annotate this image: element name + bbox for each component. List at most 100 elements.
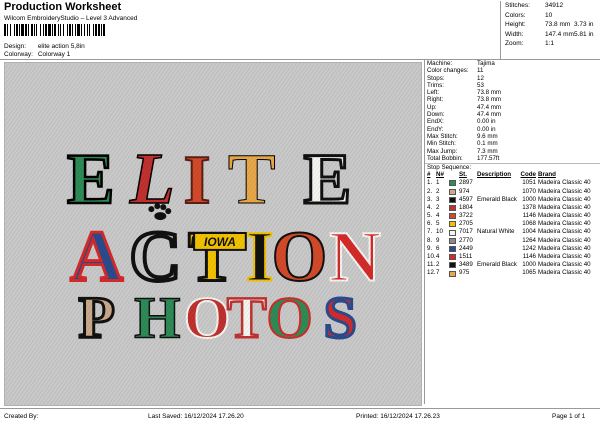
- height-row: Height: 73.8 mm 3.73 in: [501, 20, 600, 30]
- letter-s: S: [324, 284, 357, 350]
- stop-needle: 4: [436, 212, 440, 220]
- stop-brand: Madeira Classic 40: [538, 203, 591, 211]
- stitches-value: 34912: [545, 2, 564, 9]
- letter-h: H: [134, 284, 180, 350]
- stop-brand: Madeira Classic 40: [538, 220, 591, 228]
- machine-row: Right: 73.8 mm: [425, 96, 600, 103]
- machine-value: 11: [477, 67, 484, 75]
- page-title: Production Worksheet: [4, 1, 122, 13]
- height-label: Height:: [505, 21, 526, 28]
- stop-brand: Madeira Classic 40: [538, 212, 591, 220]
- stop-code: 1051: [522, 179, 536, 187]
- stop-code: 1068: [522, 220, 536, 228]
- machine-row: Max Jump: 7.3 mm: [425, 148, 600, 155]
- stop-needle: 2: [436, 203, 440, 211]
- software-name: Wilcom EmbroideryStudio – Level 3 Advanc…: [4, 15, 138, 22]
- stop-num: 1.: [427, 179, 433, 187]
- stop-stitches: 2705: [459, 220, 473, 228]
- stop-row: 2. 2 974 1070 Madeira Classic 40: [425, 188, 600, 196]
- col-code: Code: [520, 171, 536, 179]
- stop-sequence-title: Stop Sequence:: [425, 163, 600, 171]
- width-mm: 147.4 mm: [545, 30, 574, 38]
- stop-brand: Madeira Classic 40: [538, 187, 591, 195]
- machine-value: 73.8 mm: [477, 96, 502, 104]
- machine-row: Left: 73.8 mm: [425, 89, 600, 96]
- color-swatch: [449, 261, 459, 269]
- stop-row: 1. 1 2897 1051 Madeira Classic 40: [425, 179, 600, 187]
- stop-code: 1146: [522, 212, 536, 220]
- stop-code: 1242: [522, 244, 536, 252]
- created-by: Created By:: [4, 413, 39, 420]
- machine-label: Up:: [427, 103, 437, 111]
- stop-description: Natural White: [477, 228, 515, 236]
- stop-brand: Madeira Classic 40: [538, 253, 591, 261]
- stop-stitches: 1804: [459, 203, 473, 211]
- machine-label: Max Jump:: [427, 147, 458, 155]
- machine-settings: Machine: Tajima Color changes: 11 Stops: 12 Tr…: [425, 60, 600, 162]
- stop-row: 12. 7 975 1065 Madeira Classic 40: [425, 269, 600, 277]
- width-row: Width: 147.4 mm 5.81 in: [501, 30, 600, 40]
- stop-code: 1070: [522, 187, 536, 195]
- stop-brand: Madeira Classic 40: [538, 195, 591, 203]
- machine-row: Color changes: 11: [425, 67, 600, 74]
- stop-num: 10.: [427, 253, 436, 261]
- stop-brand: Madeira Classic 40: [538, 179, 591, 187]
- machine-value: 0.00 in: [477, 125, 496, 133]
- stop-needle: 6: [436, 244, 440, 252]
- zoom-value: 1:1: [545, 40, 555, 47]
- stitches-row: Stitches: 34912: [501, 1, 600, 11]
- machine-value: 12: [477, 74, 484, 82]
- design-value: elite action 5,8in: [37, 43, 85, 50]
- color-swatch: [449, 188, 459, 196]
- stop-num: 6.: [427, 220, 433, 228]
- stitches-label: Stitches:: [505, 2, 530, 9]
- stop-brand: Madeira Classic 40: [538, 228, 591, 236]
- machine-label: Machine:: [427, 60, 453, 67]
- machine-row: Trims: 53: [425, 82, 600, 89]
- machine-label: Max Stitch:: [427, 132, 458, 140]
- color-swatch: [449, 253, 459, 261]
- machine-value: 7.3 mm: [477, 147, 498, 155]
- machine-row: Max Stitch: 9.6 mm: [425, 133, 600, 140]
- design-preview: E L I T E A C T IOWA I O N P H O T O S: [4, 62, 422, 406]
- stop-stitches: 1511: [459, 253, 473, 261]
- col-stitches: St.: [459, 171, 467, 179]
- stop-row: 7. 10 7017 Natural White 1004 Madeira Classic…: [425, 228, 600, 236]
- page-number: Page 1 of 1: [552, 413, 586, 420]
- stop-num: 2.: [427, 187, 433, 195]
- stop-description: [477, 245, 520, 253]
- machine-value: 47.4 mm: [477, 103, 502, 111]
- width-label: Width:: [505, 30, 524, 38]
- stop-description: [477, 220, 520, 228]
- colors-value: 10: [545, 11, 553, 19]
- stop-code: 1065: [522, 269, 536, 277]
- stop-code: 1378: [522, 203, 536, 211]
- letter-e1: E: [67, 140, 115, 219]
- color-swatch: [449, 196, 459, 204]
- machine-value: 9.6 mm: [477, 132, 498, 140]
- col-needle: N#: [436, 171, 444, 179]
- stop-needle: 4: [436, 253, 440, 261]
- machine-label: Right:: [427, 96, 444, 104]
- machine-label: Stops:: [427, 74, 445, 82]
- machine-row: EndX: 0.00 in: [425, 118, 600, 125]
- machine-label: Down:: [427, 111, 445, 119]
- stop-description: [477, 204, 520, 212]
- machine-row: Up: 47.4 mm: [425, 104, 600, 111]
- machine-label: EndX:: [427, 118, 444, 126]
- stop-num: 7.: [427, 228, 433, 236]
- color-swatch: [449, 245, 459, 253]
- colors-label: Colors:: [505, 11, 526, 19]
- stop-code: 1264: [522, 236, 536, 244]
- machine-row: Total Bobbin: 177.57ft: [425, 155, 600, 162]
- machine-value: 53: [477, 81, 484, 89]
- stop-needle: 9: [436, 236, 440, 244]
- color-swatch: [449, 204, 459, 212]
- colorway-row: Colorway: Colorway 1: [4, 51, 70, 58]
- colors-row: Colors: 10: [501, 11, 600, 21]
- stop-description: [477, 188, 520, 196]
- stop-row: 8. 9 2770 1264 Madeira Classic 40: [425, 237, 600, 245]
- stop-stitches: 7017: [459, 228, 473, 236]
- color-swatch: [449, 179, 459, 187]
- iowa-badge-text: IOWA: [204, 235, 236, 249]
